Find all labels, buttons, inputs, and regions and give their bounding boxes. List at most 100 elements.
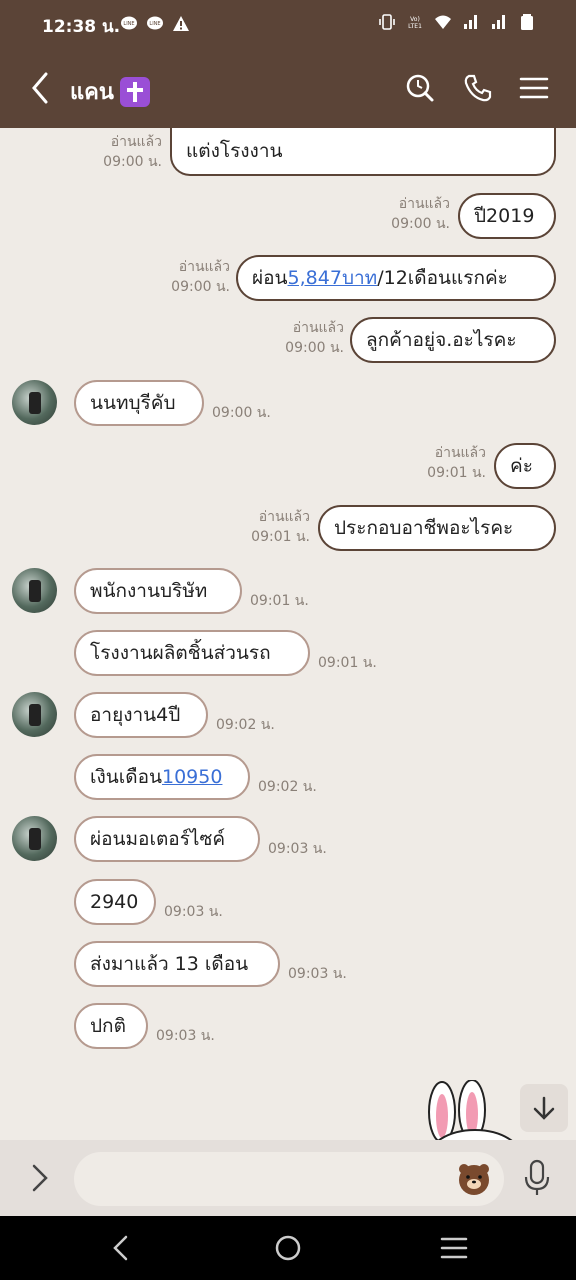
avatar[interactable]	[12, 816, 57, 861]
status-bar: 12:38 น. LINE LINE Vo) LTE1	[0, 0, 576, 48]
message-meta: อ่านแล้ว 09:00 น.	[380, 194, 450, 234]
message-text-pre: ผ่อน	[252, 267, 288, 289]
salary-link[interactable]: 10950	[162, 766, 222, 788]
arrow-down-icon	[533, 1096, 555, 1120]
amount-link[interactable]: 5,847บาท	[288, 263, 378, 293]
message-meta: อ่านแล้ว 09:01 น.	[240, 507, 310, 547]
message-bubble[interactable]: เงินเดือน 10950	[74, 754, 250, 800]
input-bar	[0, 1140, 576, 1216]
nav-recents-icon[interactable]	[438, 1232, 470, 1264]
search-icon[interactable]	[404, 72, 436, 104]
message-text: อายุงาน4ปี	[90, 704, 181, 726]
message-bubble[interactable]: โรงงานผลิตชิ้นส่วนรถ	[74, 630, 310, 676]
chat-area[interactable]: อ่านแล้ว 09:00 น. แต่งโรงงาน อ่านแล้ว 09…	[0, 128, 576, 1140]
avatar[interactable]	[12, 568, 57, 613]
cross-emoji-icon	[119, 76, 150, 107]
chat-title-text: แคน	[70, 80, 114, 105]
volte-icon: Vo)LTE1	[408, 16, 422, 30]
message-text: ปี2019	[474, 205, 535, 227]
message-time: 09:01 น.	[318, 655, 377, 671]
message-text-post: /12เดือนแรกค่ะ	[377, 267, 508, 289]
message-bubble[interactable]: ปี2019	[458, 193, 556, 239]
line-icon: LINE	[121, 16, 137, 30]
message-bubble[interactable]: ค่ะ	[494, 443, 556, 489]
message-time: 09:03 น.	[268, 841, 327, 857]
svg-text:LTE1: LTE1	[408, 23, 422, 30]
message-bubble[interactable]: นนทบุรีคับ	[74, 380, 204, 426]
message-text: นนทบุรีคับ	[90, 392, 176, 414]
message-text: แต่งโรงงาน	[186, 140, 283, 162]
message-bubble[interactable]: ปกติ	[74, 1003, 148, 1049]
message-time: 09:03 น.	[288, 966, 347, 982]
nav-back-icon[interactable]	[106, 1232, 138, 1264]
microphone-icon[interactable]	[522, 1158, 552, 1198]
signal-icon	[464, 15, 477, 29]
message-text: ส่งมาแล้ว 13 เดือน	[90, 953, 249, 975]
bunny-sticker-icon[interactable]	[420, 1080, 520, 1140]
message-meta: อ่านแล้ว 09:00 น.	[274, 318, 344, 358]
message-text: ลูกค้าอยู่จ.อะไรคะ	[366, 329, 517, 351]
sticker-icon[interactable]	[456, 1160, 492, 1196]
message-time: 09:03 น.	[156, 1028, 215, 1044]
vibrate-icon	[379, 14, 395, 30]
chat-title[interactable]: แคน	[70, 74, 150, 109]
avatar[interactable]	[12, 692, 57, 737]
svg-text:LINE: LINE	[149, 21, 160, 27]
message-time: 09:00 น.	[212, 405, 271, 421]
message-text: ค่ะ	[510, 455, 533, 477]
svg-text:Vo): Vo)	[410, 16, 420, 23]
wifi-icon	[435, 15, 451, 29]
svg-text:LINE: LINE	[123, 21, 134, 27]
message-meta: อ่านแล้ว 09:00 น.	[160, 257, 230, 297]
message-time: 09:00 น.	[285, 340, 344, 356]
message-text-pre: เงินเดือน	[90, 766, 162, 788]
message-input[interactable]	[74, 1152, 504, 1206]
message-time: 09:02 น.	[216, 717, 275, 733]
message-time: 09:01 น.	[250, 593, 309, 609]
read-receipt: อ่านแล้ว	[292, 320, 344, 336]
message-meta: อ่านแล้ว 09:00 น.	[96, 132, 162, 172]
message-time: 09:00 น.	[391, 216, 450, 232]
message-meta: อ่านแล้ว 09:01 น.	[416, 443, 486, 483]
read-receipt: อ่านแล้ว	[178, 259, 230, 275]
line-icon: LINE	[147, 16, 163, 30]
signal-icon	[492, 15, 505, 29]
message-time: 09:01 น.	[251, 529, 310, 545]
message-time: 09:01 น.	[427, 465, 486, 481]
status-time: 12:38 น.	[42, 17, 121, 37]
back-icon[interactable]	[28, 70, 52, 106]
message-bubble[interactable]: พนักงานบริษัท	[74, 568, 242, 614]
message-bubble[interactable]: ส่งมาแล้ว 13 เดือน	[74, 941, 280, 987]
message-bubble[interactable]: ประกอบอาชีพอะไรคะ	[318, 505, 556, 551]
message-text: ผ่อนมอเตอร์ไซค์	[90, 828, 226, 850]
scroll-down-button[interactable]	[520, 1084, 568, 1132]
read-receipt: อ่านแล้ว	[110, 134, 162, 150]
message-time: 09:00 น.	[171, 279, 230, 295]
message-text: พนักงานบริษัท	[90, 580, 208, 602]
read-receipt: อ่านแล้ว	[258, 509, 310, 525]
message-text: ประกอบอาชีพอะไรคะ	[334, 517, 514, 539]
message-time: 09:02 น.	[258, 779, 317, 795]
phone-icon[interactable]	[462, 72, 494, 104]
message-text: โรงงานผลิตชิ้นส่วนรถ	[90, 642, 271, 664]
warning-icon	[173, 16, 189, 31]
message-text: 2940	[90, 891, 139, 913]
menu-icon[interactable]	[518, 72, 550, 104]
message-bubble[interactable]: 2940	[74, 879, 156, 925]
message-time: 09:03 น.	[164, 904, 223, 920]
message-bubble[interactable]: ผ่อน 5,847บาท/12เดือนแรกค่ะ	[236, 255, 556, 301]
read-receipt: อ่านแล้ว	[398, 196, 450, 212]
message-bubble[interactable]: ผ่อนมอเตอร์ไซค์	[74, 816, 260, 862]
nav-home-icon[interactable]	[272, 1232, 304, 1264]
message-bubble[interactable]: ลูกค้าอยู่จ.อะไรคะ	[350, 317, 556, 363]
navigation-bar	[0, 1216, 576, 1280]
message-text: ปกติ	[90, 1015, 126, 1037]
message-time: 09:00 น.	[103, 154, 162, 170]
battery-icon	[521, 14, 533, 30]
avatar[interactable]	[12, 380, 57, 425]
chat-header: แคน	[0, 48, 576, 128]
message-bubble[interactable]: อายุงาน4ปี	[74, 692, 208, 738]
read-receipt: อ่านแล้ว	[434, 445, 486, 461]
message-bubble[interactable]: แต่งโรงงาน	[170, 128, 556, 176]
chevron-right-icon[interactable]	[28, 1162, 52, 1194]
